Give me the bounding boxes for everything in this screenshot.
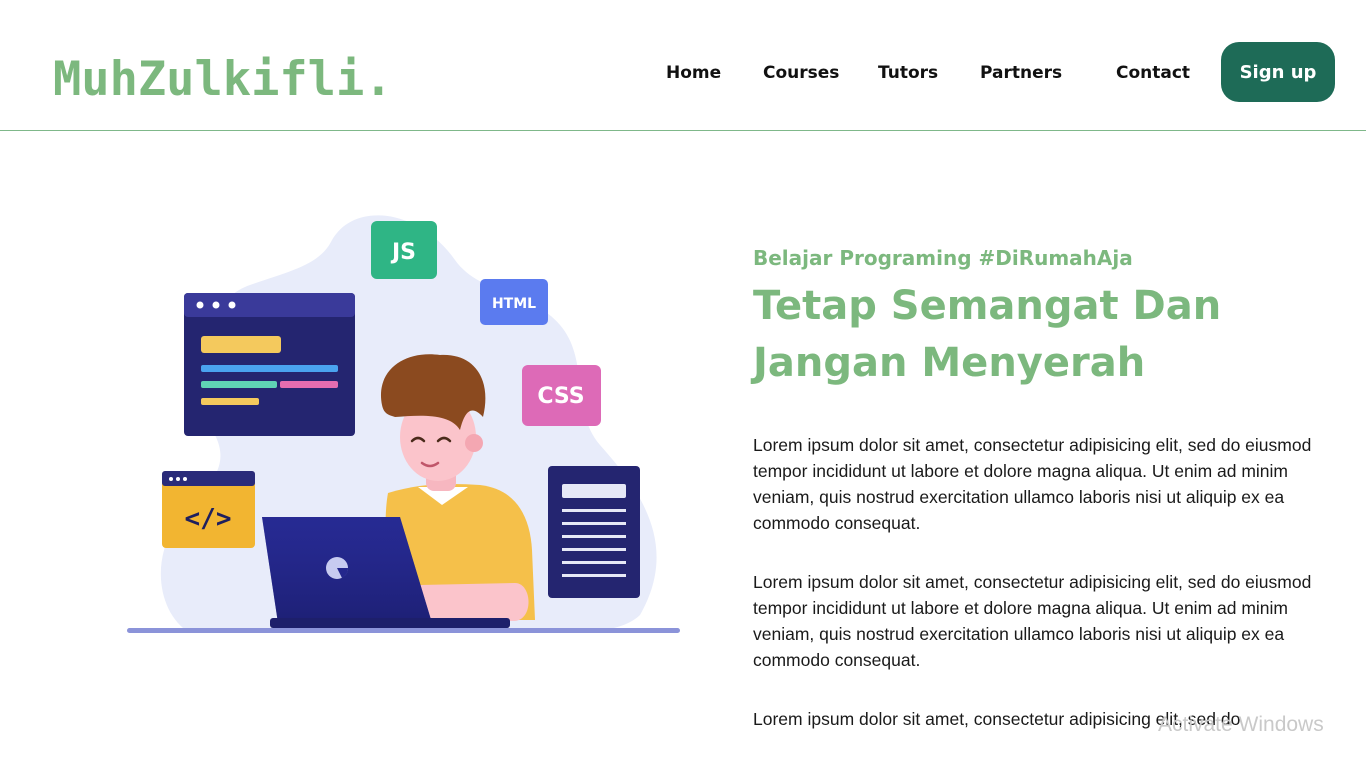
programmer-illustration: JS HTML CSS </> xyxy=(127,215,680,634)
hero-text: Belajar Programing #DiRumahAja Tetap Sem… xyxy=(753,240,1333,732)
hero-headline: Tetap Semangat Dan Jangan Menyerah xyxy=(753,283,1222,386)
nav-link-contact[interactable]: Contact xyxy=(1116,60,1190,86)
html-badge-label: HTML xyxy=(492,296,536,312)
hero-illustration: JS HTML CSS </> xyxy=(120,205,690,645)
hero-eyebrow: Belajar Programing #DiRumahAja xyxy=(753,246,1133,270)
css-badge-label: CSS xyxy=(537,384,584,409)
nav-link-tutors[interactable]: Tutors xyxy=(878,60,938,86)
signup-button[interactable]: Sign up xyxy=(1221,42,1335,102)
nav-link-partners[interactable]: Partners xyxy=(980,60,1062,86)
navbar: MuhZulkifli. Home Courses Tutors Partner… xyxy=(0,0,1366,131)
nav-link-home[interactable]: Home xyxy=(666,60,721,86)
hero-paragraph-2: Lorem ipsum dolor sit amet, consectetur … xyxy=(753,572,1312,670)
nav-links: Home Courses Tutors Partners Contact xyxy=(0,60,1366,86)
js-badge-label: JS xyxy=(390,240,416,265)
activate-windows-watermark: Activate Windows xyxy=(1158,713,1324,736)
code-tag-label: </> xyxy=(185,504,232,534)
nav-link-courses[interactable]: Courses xyxy=(763,60,839,86)
hero-paragraph-1: Lorem ipsum dolor sit amet, consectetur … xyxy=(753,435,1312,533)
